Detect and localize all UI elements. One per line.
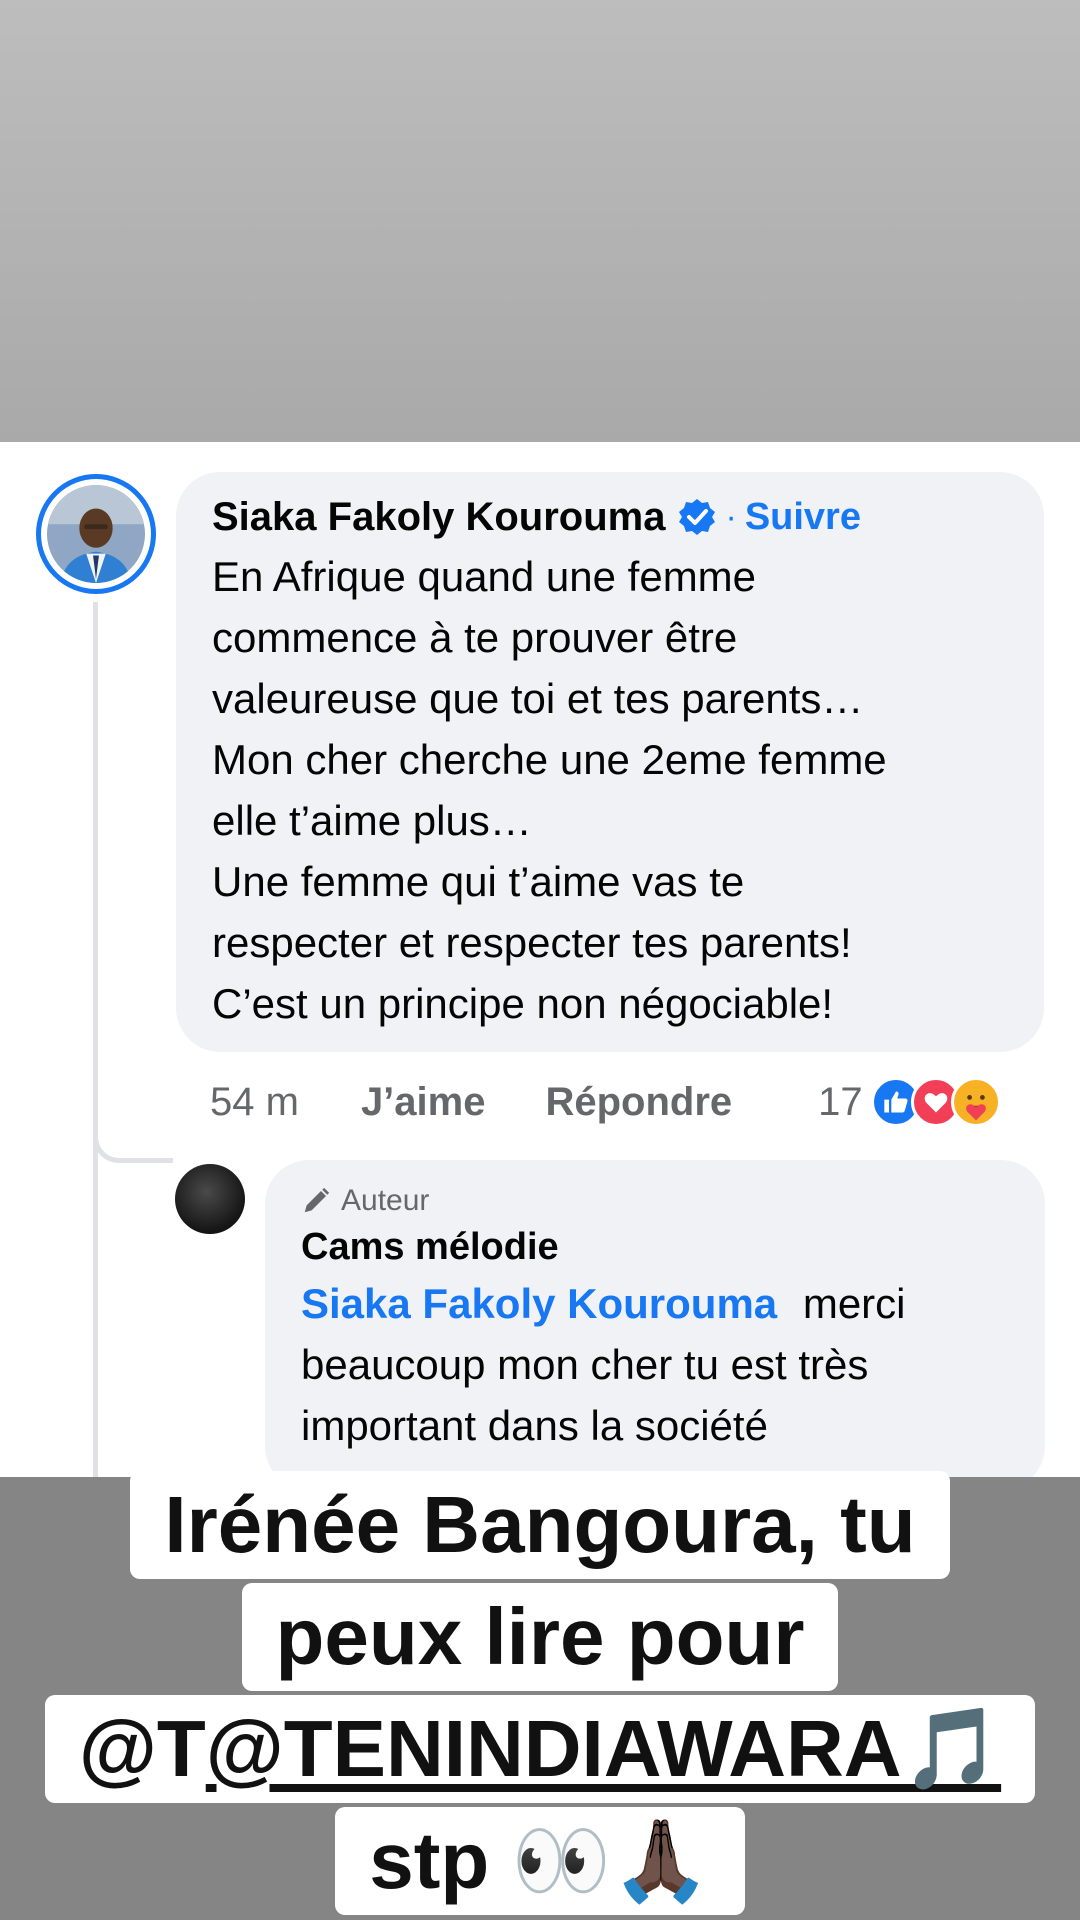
comment-bubble: Siaka Fakoly Kourouma · Suivre En Afriqu… xyxy=(176,472,1044,1052)
comment-actions: 54 m J’aime Répondre 17 xyxy=(176,1072,1056,1132)
video-caption: Irénée Bangoura, tu peux lire pour @T@TE… xyxy=(0,1471,1080,1919)
comment-line: elle t’aime plus… xyxy=(212,797,532,844)
reply-bubble: Auteur Cams mélodie Siaka Fakoly Kouroum… xyxy=(265,1160,1045,1477)
top-gray-background xyxy=(0,0,1080,442)
reply-button[interactable]: Répondre xyxy=(545,1080,732,1125)
thread-branch xyxy=(93,1125,173,1163)
reply-author-avatar[interactable] xyxy=(175,1164,245,1234)
verified-badge-icon xyxy=(679,499,716,535)
follow-button[interactable]: Suivre xyxy=(745,496,861,539)
facebook-comment-screenshot: Siaka Fakoly Kourouma · Suivre En Afriqu… xyxy=(0,442,1080,1477)
author-badge: Auteur xyxy=(301,1180,1009,1222)
caption-line: @T@TENINDIAWARA🎵 xyxy=(44,1695,1036,1803)
comment-line: respecter et respecter tes parents! xyxy=(212,919,852,966)
like-button[interactable]: J’aime xyxy=(361,1080,486,1125)
reaction-count[interactable]: 17 xyxy=(818,1080,863,1125)
caption-handle-link[interactable]: @TENINDIAWARA🎵 xyxy=(206,1704,1001,1793)
comment-text: En Afrique quand une femme commence à te… xyxy=(212,546,1008,1034)
caption-prefix: @T xyxy=(78,1704,206,1793)
caption-line: Irénée Bangoura, tu xyxy=(130,1471,950,1579)
reaction-icons[interactable] xyxy=(870,1077,1001,1127)
thread-line xyxy=(93,602,98,1477)
commenter-avatar[interactable] xyxy=(36,474,156,594)
caption-line: stp 👀🙏🏿 xyxy=(335,1807,745,1915)
separator-dot: · xyxy=(725,497,737,536)
comment-line: En Afrique quand une femme xyxy=(212,553,757,600)
reply-text: Siaka Fakoly Kourouma merci beaucoup mon… xyxy=(301,1273,1009,1456)
comment-author-name[interactable]: Siaka Fakoly Kourouma xyxy=(212,495,665,540)
comment-line: C’est un principe non négociable! xyxy=(212,980,834,1027)
care-icon xyxy=(950,1077,1001,1127)
reply-text-part: merci xyxy=(802,1280,906,1327)
caption-line: peux lire pour xyxy=(241,1583,839,1691)
comment-line: valeureuse que toi et tes parents… xyxy=(212,675,864,722)
comment-line: Mon cher cherche une 2eme femme xyxy=(212,736,887,783)
reply-text-line: beaucoup mon cher tu est très xyxy=(301,1341,869,1388)
reply-author-name[interactable]: Cams mélodie xyxy=(301,1226,1009,1269)
avatar-photo xyxy=(47,485,145,583)
reply-text-line: important dans la société xyxy=(301,1402,768,1449)
comment-line: commence à te prouver être xyxy=(212,614,738,661)
pencil-icon xyxy=(304,1187,330,1213)
mention-link[interactable]: Siaka Fakoly Kourouma xyxy=(301,1280,777,1327)
comment-timestamp[interactable]: 54 m xyxy=(210,1080,299,1125)
comment-line: Une femme qui t’aime vas te xyxy=(212,858,745,905)
author-badge-label: Auteur xyxy=(341,1184,430,1217)
